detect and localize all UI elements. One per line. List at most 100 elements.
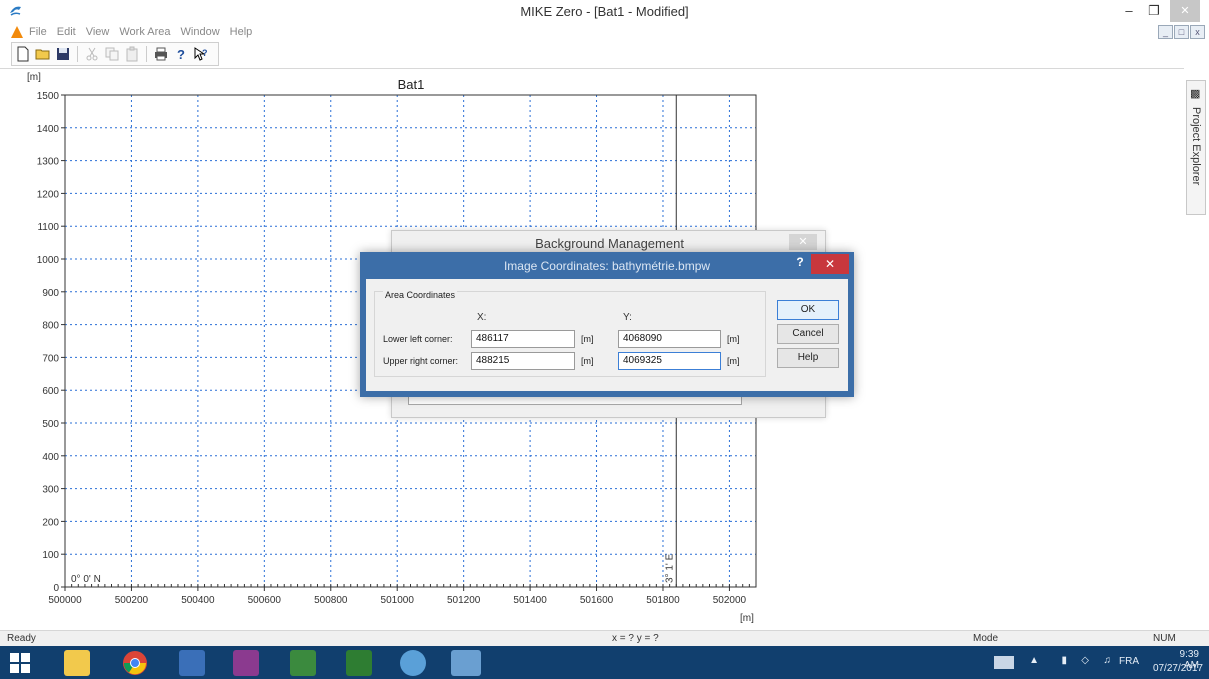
x-tick-label: 500600: [248, 595, 282, 606]
project-explorer-tab[interactable]: ▩ Project Explorer: [1186, 80, 1206, 215]
network-icon[interactable]: ◇: [1081, 655, 1089, 666]
toolbar-separator: [77, 46, 78, 62]
y-tick-label: 500: [42, 419, 59, 430]
mike-zero-taskbar-icon[interactable]: [451, 650, 481, 676]
background-dialog-title: Background Management: [535, 236, 684, 251]
dialog-help-icon[interactable]: ?: [792, 255, 808, 273]
keyboard-icon[interactable]: [994, 656, 1014, 669]
battery-icon[interactable]: ▮: [1061, 655, 1067, 666]
mdi-minimize-button[interactable]: _: [1158, 25, 1173, 39]
menu-edit[interactable]: Edit: [57, 26, 76, 38]
background-dialog-close-button[interactable]: ✕: [789, 234, 817, 250]
y-tick-label: 400: [42, 452, 59, 463]
x-tick-label: 500400: [181, 595, 215, 606]
context-help-icon[interactable]: ?: [193, 46, 209, 62]
x-tick-label: 501800: [646, 595, 680, 606]
project-explorer-icon: ▩: [1190, 88, 1201, 100]
copy-icon[interactable]: [104, 46, 120, 62]
lower-left-x-field[interactable]: 486117: [471, 330, 575, 348]
close-button[interactable]: ✕: [1170, 0, 1200, 22]
x-axis-label: [m]: [740, 613, 754, 624]
y-column-label: Y:: [623, 312, 632, 323]
excel-icon[interactable]: [346, 650, 372, 676]
y-tick-label: 1000: [37, 255, 60, 266]
tray-expand-icon[interactable]: ▲: [1029, 655, 1039, 666]
x-tick-label: 501000: [381, 595, 415, 606]
new-file-icon[interactable]: [15, 46, 31, 62]
y-tick-labels: 0 100 200 300 400 500 600 700 800 900 1000 1100 1200…: [37, 91, 65, 594]
y-tick-label: 1500: [37, 91, 60, 102]
x-tick-label: 501600: [580, 595, 614, 606]
mike-logo-icon: [11, 26, 23, 38]
clock-date[interactable]: 07/27/2017: [1153, 663, 1203, 674]
area-coordinates-group: Area Coordinates X: Y: Lower left corner…: [374, 290, 766, 377]
y-tick-label: 1400: [37, 124, 60, 135]
word-icon[interactable]: [179, 650, 205, 676]
image-dialog-close-button[interactable]: ✕: [811, 254, 849, 274]
upper-right-x-unit: [m]: [581, 356, 594, 366]
x-tick-label: 502000: [713, 595, 747, 606]
image-coordinates-dialog: Image Coordinates: bathymétrie.bmpw ? ✕ …: [360, 252, 854, 397]
menu-bar: File Edit View Work Area Window Help _ □…: [0, 24, 1209, 42]
x-tick-label: 501200: [447, 595, 481, 606]
search-app-icon[interactable]: [400, 650, 426, 676]
help-icon[interactable]: ?: [173, 46, 189, 62]
y-tick-label: 300: [42, 485, 59, 496]
chrome-icon[interactable]: [122, 650, 148, 676]
upper-right-y-unit: [m]: [727, 356, 740, 366]
minimize-button[interactable]: –: [1118, 0, 1140, 22]
toolbar-separator: [146, 46, 147, 62]
y-tick-label: 100: [42, 550, 59, 561]
upper-right-y-field[interactable]: 4069325: [618, 352, 721, 370]
y-tick-label: 200: [42, 517, 59, 528]
file-explorer-icon[interactable]: [64, 650, 90, 676]
x-tick-label: 500000: [48, 595, 82, 606]
print-icon[interactable]: [153, 46, 169, 62]
cut-icon[interactable]: [84, 46, 100, 62]
x-tick-label: 501400: [513, 595, 547, 606]
svg-text:?: ?: [177, 47, 185, 62]
ok-button[interactable]: OK: [777, 300, 839, 320]
menu-file[interactable]: File: [29, 26, 47, 38]
y-tick-label: 800: [42, 321, 59, 332]
restore-button[interactable]: ❐: [1143, 0, 1165, 22]
windows-start-icon[interactable]: [10, 653, 30, 673]
open-folder-icon[interactable]: [35, 46, 51, 62]
upper-right-x-field[interactable]: 488215: [471, 352, 575, 370]
y-tick-label: 0: [53, 583, 59, 594]
help-button[interactable]: Help: [777, 348, 839, 368]
area-coordinates-label: Area Coordinates: [383, 290, 458, 300]
svg-text:?: ?: [202, 48, 208, 58]
lower-left-y-field[interactable]: 4068090: [618, 330, 721, 348]
pdf-app-icon[interactable]: [233, 650, 259, 676]
y-tick-label: 1200: [37, 189, 60, 200]
mike-zero-window: MIKE Zero - [Bat1 - Modified] – ❐ ✕ File…: [0, 0, 1209, 679]
status-cursor-coords: x = ? y = ?: [612, 633, 659, 644]
image-dialog-title: Image Coordinates: bathymétrie.bmpw: [503, 259, 711, 273]
mdi-close-button[interactable]: x: [1190, 25, 1205, 39]
save-icon[interactable]: [55, 46, 71, 62]
cancel-button[interactable]: Cancel: [777, 324, 839, 344]
x-tick-label: 500200: [115, 595, 149, 606]
menu-help[interactable]: Help: [230, 26, 253, 38]
window-title: MIKE Zero - [Bat1 - Modified]: [520, 4, 689, 19]
lower-left-y-unit: [m]: [727, 334, 740, 344]
title-bar: MIKE Zero - [Bat1 - Modified] – ❐ ✕: [0, 0, 1209, 24]
project-explorer-label: Project Explorer: [1190, 107, 1202, 186]
y-tick-label: 700: [42, 353, 59, 364]
volume-icon[interactable]: ♫: [1104, 655, 1112, 666]
upper-right-label: Upper right corner:: [383, 356, 459, 366]
x-column-label: X:: [477, 312, 487, 323]
mdi-restore-button[interactable]: □: [1174, 25, 1189, 39]
lower-left-x-unit: [m]: [581, 334, 594, 344]
menu-window[interactable]: Window: [181, 26, 220, 38]
paste-icon[interactable]: [124, 46, 140, 62]
status-mode: Mode: [973, 633, 999, 644]
mapping-app-icon[interactable]: [290, 650, 316, 676]
y-tick-label: 900: [42, 288, 59, 299]
x-tick-label: 500800: [314, 595, 348, 606]
chart-title: Bat1: [398, 77, 425, 92]
menu-work-area[interactable]: Work Area: [119, 26, 170, 38]
menu-view[interactable]: View: [86, 26, 110, 38]
language-indicator[interactable]: FRA: [1119, 656, 1139, 667]
